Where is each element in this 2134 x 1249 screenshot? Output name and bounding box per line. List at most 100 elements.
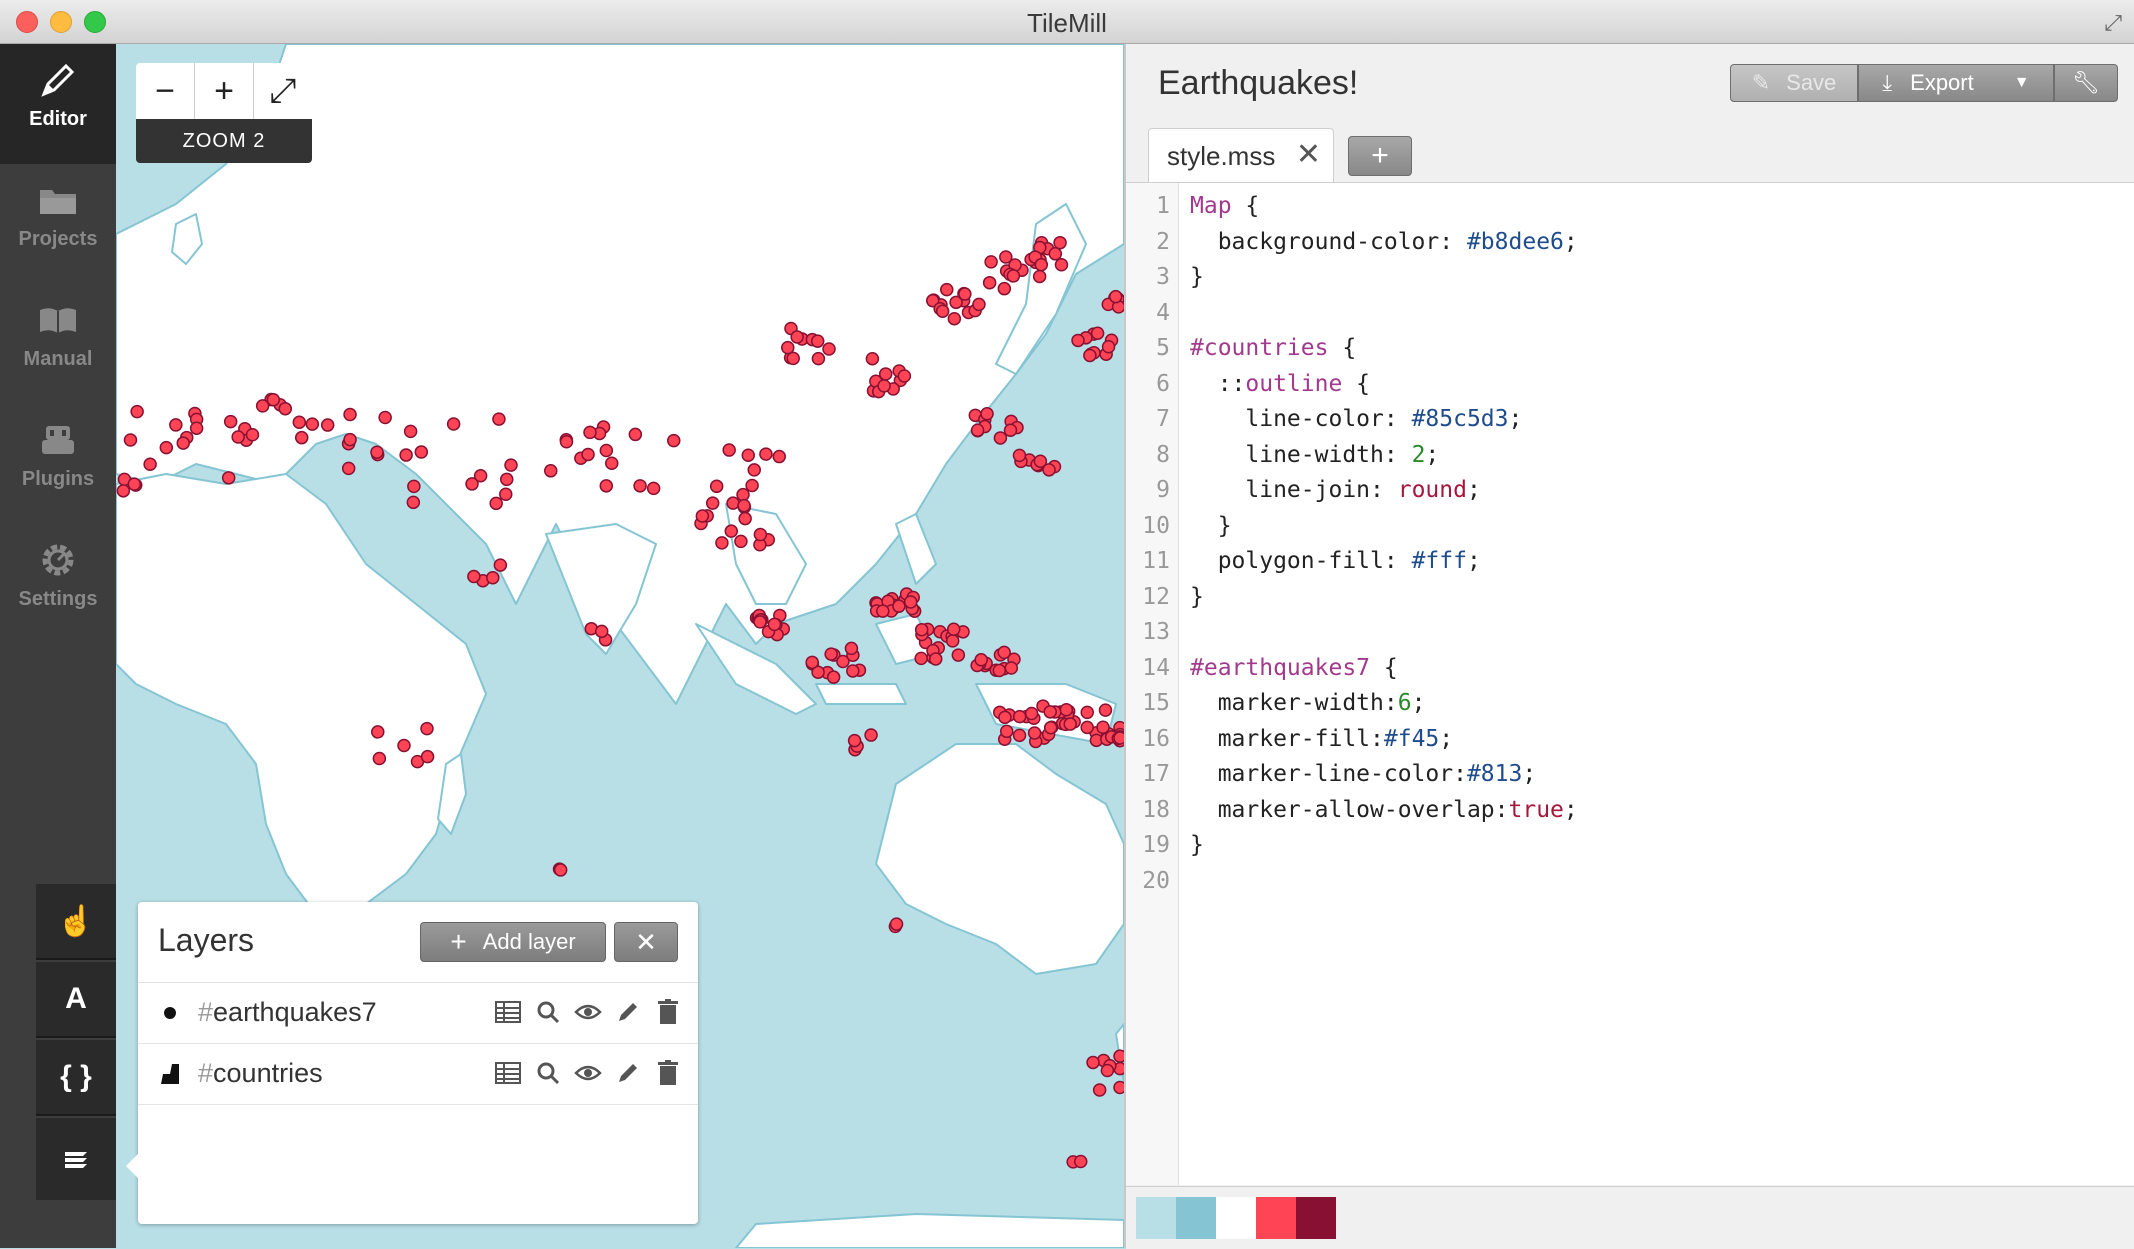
earthquake-marker (1043, 705, 1057, 719)
earthquake-marker (903, 595, 918, 609)
pencil-icon[interactable] (614, 997, 642, 1027)
close-layers-button[interactable]: ✕ (614, 922, 678, 962)
earthquake-marker (406, 495, 421, 510)
layers-panel: Layers + Add layer ✕ #earthquakes7 #coun… (126, 902, 698, 1224)
layer-row[interactable]: #earthquakes7 (138, 983, 698, 1044)
sidebar-item-projects[interactable]: Projects (0, 164, 116, 284)
pencil-icon[interactable] (614, 1058, 642, 1088)
search-icon[interactable] (534, 997, 562, 1027)
earthquake-marker (1086, 1055, 1100, 1070)
earthquake-marker (822, 342, 836, 356)
earthquake-marker (946, 622, 961, 636)
color-swatch[interactable] (1256, 1197, 1296, 1239)
fullscreen-button[interactable]: ⤢ (254, 63, 312, 119)
earthquake-marker (553, 863, 568, 877)
earthquake-marker (116, 484, 131, 498)
sidebar-item-manual[interactable]: Manual (0, 284, 116, 404)
line-number: 2 (1156, 228, 1170, 255)
earthquake-marker (737, 498, 751, 513)
earthquake-marker (467, 569, 481, 584)
save-button[interactable]: ✎ Save (1730, 64, 1858, 102)
earthquake-marker (715, 536, 729, 550)
search-icon[interactable] (534, 1058, 562, 1088)
code-line: ::outline { (1190, 370, 1371, 397)
color-swatch[interactable] (1176, 1197, 1216, 1239)
layers-tool-button[interactable] (36, 1118, 116, 1200)
earthquake-marker (945, 634, 960, 648)
earthquake-marker (594, 624, 609, 639)
table-icon[interactable] (494, 997, 522, 1027)
line-number: 17 (1142, 761, 1170, 787)
earthquake-marker (223, 414, 238, 429)
earthquake-marker (492, 412, 506, 426)
earthquake-marker (1032, 269, 1047, 284)
earthquake-marker (189, 421, 204, 435)
code-line: } (1190, 512, 1232, 539)
tab-style-mss[interactable]: style.mss ✕ (1148, 128, 1334, 182)
title-bar: TileMill ⤢ (0, 0, 2134, 44)
tooltip-tool-button[interactable]: ☝ (36, 884, 116, 960)
earthquake-marker (628, 427, 643, 442)
code-editor[interactable]: 1 2 3 4 5 6 7 8 9 10 11 12 13 14 15 16 17 18 19 20 Map { ba… (1126, 182, 2134, 1185)
code-line: Map { (1190, 193, 1260, 219)
layers-title: Layers (158, 922, 255, 958)
export-button[interactable]: ⤓ Export ▼ (1858, 64, 2054, 102)
layer-row[interactable]: #countries (138, 1044, 698, 1105)
polygon-layer-icon (161, 1064, 179, 1084)
earthquake-marker (221, 471, 236, 485)
earthquake-marker (864, 728, 878, 742)
earthquake-marker (947, 311, 962, 326)
earthquake-marker (753, 615, 767, 629)
add-stylesheet-button[interactable]: + (1348, 136, 1412, 176)
color-swatch[interactable] (1296, 1197, 1336, 1239)
sidebar-item-editor[interactable]: Editor (0, 44, 116, 164)
earthquake-marker (892, 599, 906, 613)
earthquake-marker (378, 410, 392, 425)
sidebar-item-plugins[interactable]: Plugins (0, 404, 116, 524)
trash-icon[interactable] (654, 997, 682, 1027)
earthquake-marker (504, 458, 518, 472)
sidebar-item-label: Manual (23, 348, 93, 370)
earthquake-marker (294, 430, 309, 445)
carto-reference-button[interactable]: { } (36, 1040, 116, 1116)
eye-icon[interactable] (574, 1058, 602, 1088)
earthquake-marker (1012, 709, 1027, 724)
earthquake-marker (999, 250, 1013, 264)
earthquake-marker (747, 463, 761, 477)
plus-icon: + (450, 926, 467, 957)
close-tab-icon[interactable]: ✕ (1296, 137, 1321, 172)
earthquake-marker (1054, 258, 1069, 272)
color-swatch[interactable] (1136, 1197, 1176, 1239)
line-number: 6 (1156, 370, 1170, 397)
earthquake-marker (255, 399, 270, 413)
table-icon[interactable] (494, 1058, 522, 1088)
code-line: marker-allow-overlap:true; (1190, 796, 1578, 823)
line-number: 11 (1142, 548, 1170, 574)
earthquake-marker (1092, 1083, 1107, 1097)
layer-hash: # (198, 1058, 214, 1088)
trash-icon[interactable] (654, 1058, 682, 1088)
earthquake-marker (1024, 706, 1039, 721)
earthquake-marker (1113, 1049, 1124, 1063)
earthquake-marker (667, 433, 681, 448)
add-layer-button[interactable]: + Add layer (420, 922, 606, 962)
earthquake-marker (1012, 728, 1027, 743)
earthquake-marker (705, 496, 720, 510)
earthquake-marker (371, 725, 385, 739)
zoom-in-button[interactable]: + (195, 63, 254, 119)
fullscreen-icon[interactable]: ⤢ (2104, 10, 2122, 36)
color-swatch[interactable] (1216, 1197, 1256, 1239)
sidebar-item-label: Settings (18, 588, 98, 610)
fonts-tool-button[interactable]: A (36, 962, 116, 1038)
settings-wrench-button[interactable]: 🔧︎ (2054, 64, 2118, 102)
zoom-out-button[interactable]: − (136, 63, 195, 119)
earthquake-marker (1090, 326, 1105, 341)
earthquake-marker (980, 407, 994, 421)
sidebar-item-settings[interactable]: Settings (0, 524, 116, 644)
code-line: marker-line-color:#813; (1190, 761, 1537, 787)
eye-icon[interactable] (574, 997, 602, 1027)
earthquake-marker (320, 418, 335, 432)
earthquake-marker (877, 379, 891, 393)
line-number: 3 (1156, 264, 1170, 290)
line-number: 13 (1142, 619, 1170, 645)
